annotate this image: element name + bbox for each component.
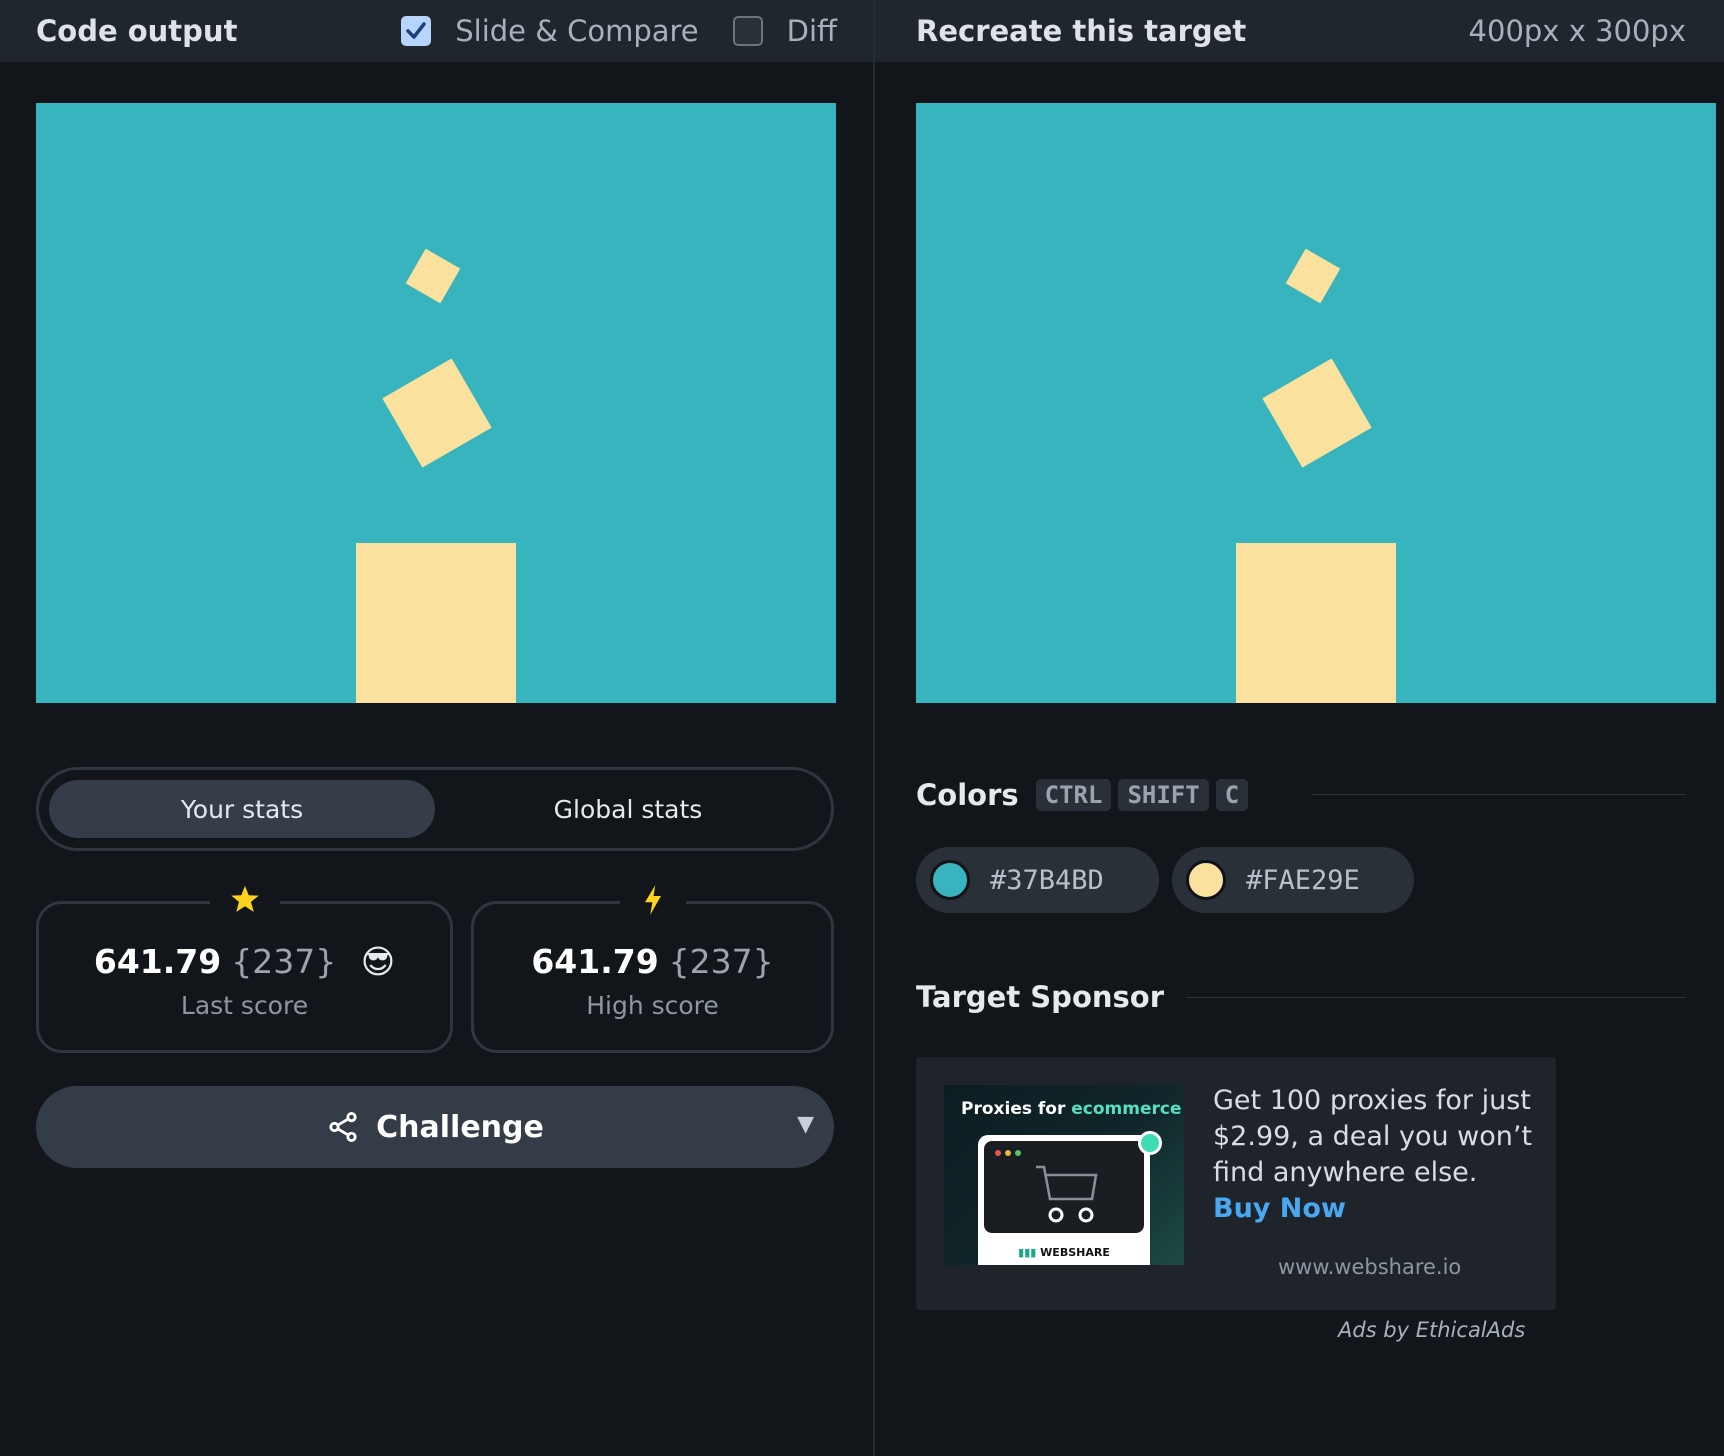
high-score-value: 641.79 xyxy=(531,942,659,981)
swatch-dot-yellow xyxy=(1186,860,1226,900)
small-diamond xyxy=(405,248,461,304)
diff-checkbox[interactable] xyxy=(732,16,763,46)
ad-card: ▮▮▮ WEBSHARE xyxy=(978,1135,1150,1265)
swatch-hex-1: #37B4BD xyxy=(990,864,1104,896)
sponsor-ad[interactable]: Proxies for ecommerce ▮▮▮ WEBSHARE Get 1… xyxy=(916,1057,1556,1310)
check-icon xyxy=(406,22,426,39)
target-dimensions: 400px x 300px xyxy=(1468,14,1686,48)
webshare-logo-icon: ▮▮▮ xyxy=(1018,1246,1037,1259)
tab-your-stats[interactable]: Your stats xyxy=(49,780,435,838)
target-title: Recreate this target xyxy=(916,14,1247,48)
high-score-label: High score xyxy=(586,991,719,1020)
medium-diamond xyxy=(382,358,492,468)
ad-headline-highlight: ecommerce xyxy=(1071,1099,1182,1119)
high-score-count: {237} xyxy=(668,942,774,981)
last-score-label: Last score xyxy=(180,991,309,1020)
ad-cta-link[interactable]: Buy Now xyxy=(1213,1193,1346,1224)
ads-by-ethicalads[interactable]: Ads by EthicalAds xyxy=(1338,1318,1525,1342)
target-header: Recreate this target 400px x 300px xyxy=(875,0,1724,62)
kbd-c: C xyxy=(1215,779,1249,811)
diff-label: Diff xyxy=(786,14,837,48)
target-canvas xyxy=(916,103,1716,703)
sponsor-divider xyxy=(1186,997,1686,998)
code-output-header: Code output Slide & Compare Diff xyxy=(0,0,873,62)
colors-section-title: Colors CTRL SHIFT C xyxy=(916,778,1249,812)
star-icon xyxy=(209,884,280,924)
ad-text[interactable]: Get 100 proxies for just $2.99, a deal y… xyxy=(1213,1083,1533,1227)
code-output-title: Code output xyxy=(36,14,238,48)
colors-divider xyxy=(1312,794,1686,795)
small-diamond xyxy=(1285,248,1341,304)
sponsor-title: Target Sponsor xyxy=(916,980,1165,1014)
ad-url[interactable]: www.webshare.io xyxy=(1278,1255,1461,1279)
medium-diamond xyxy=(1262,358,1372,468)
sunglasses-emoji-icon: 😎 xyxy=(360,942,396,981)
base-block xyxy=(1236,543,1396,703)
share-icon xyxy=(329,1111,357,1143)
code-output-panel: Code output Slide & Compare Diff Your st… xyxy=(0,0,875,1456)
chevron-down-icon[interactable]: ▼ xyxy=(797,1112,814,1137)
stats-toggle: Your stats Global stats xyxy=(36,767,834,851)
colors-title: Colors xyxy=(916,778,1019,812)
tab-global-stats[interactable]: Global stats xyxy=(435,780,821,838)
high-score-card: 641.79 {237} High score xyxy=(471,884,834,1053)
sponsor-section-title: Target Sponsor xyxy=(916,980,1164,1014)
last-score-value: 641.79 xyxy=(93,942,222,981)
ad-image-headline: Proxies for ecommerce xyxy=(961,1099,1182,1119)
diff-toggle[interactable]: Diff xyxy=(732,14,837,48)
ad-brand-text: WEBSHARE xyxy=(1040,1246,1110,1259)
ad-headline-text: Proxies for xyxy=(961,1099,1066,1119)
ad-image[interactable]: Proxies for ecommerce ▮▮▮ WEBSHARE xyxy=(944,1085,1184,1265)
challenge-button[interactable]: Challenge ▼ xyxy=(36,1086,834,1168)
status-dot-icon xyxy=(1138,1131,1162,1155)
kbd-shift: SHIFT xyxy=(1118,779,1209,811)
slide-compare-label: Slide & Compare xyxy=(455,14,699,48)
challenge-label: Challenge xyxy=(376,1109,544,1145)
slide-compare-toggle[interactable]: Slide & Compare xyxy=(401,14,699,48)
kbd-ctrl: CTRL xyxy=(1035,779,1112,811)
ad-brand: ▮▮▮ WEBSHARE xyxy=(978,1246,1150,1259)
output-canvas[interactable] xyxy=(36,103,836,703)
slide-compare-checkbox[interactable] xyxy=(401,16,432,46)
color-swatch-2[interactable]: #FAE29E xyxy=(1172,847,1414,913)
swatch-dot-teal xyxy=(930,860,970,900)
ad-copy: Get 100 proxies for just $2.99, a deal y… xyxy=(1213,1085,1533,1188)
lightning-icon xyxy=(619,884,686,926)
ad-screen xyxy=(984,1141,1144,1233)
base-block xyxy=(356,543,516,703)
color-swatch-1[interactable]: #37B4BD xyxy=(916,847,1159,913)
swatch-hex-2: #FAE29E xyxy=(1246,864,1360,896)
last-score-count: {237} xyxy=(231,942,337,981)
last-score-card: 641.79 {237} 😎 Last score xyxy=(36,884,453,1053)
shopping-cart-icon xyxy=(995,1150,1098,1223)
